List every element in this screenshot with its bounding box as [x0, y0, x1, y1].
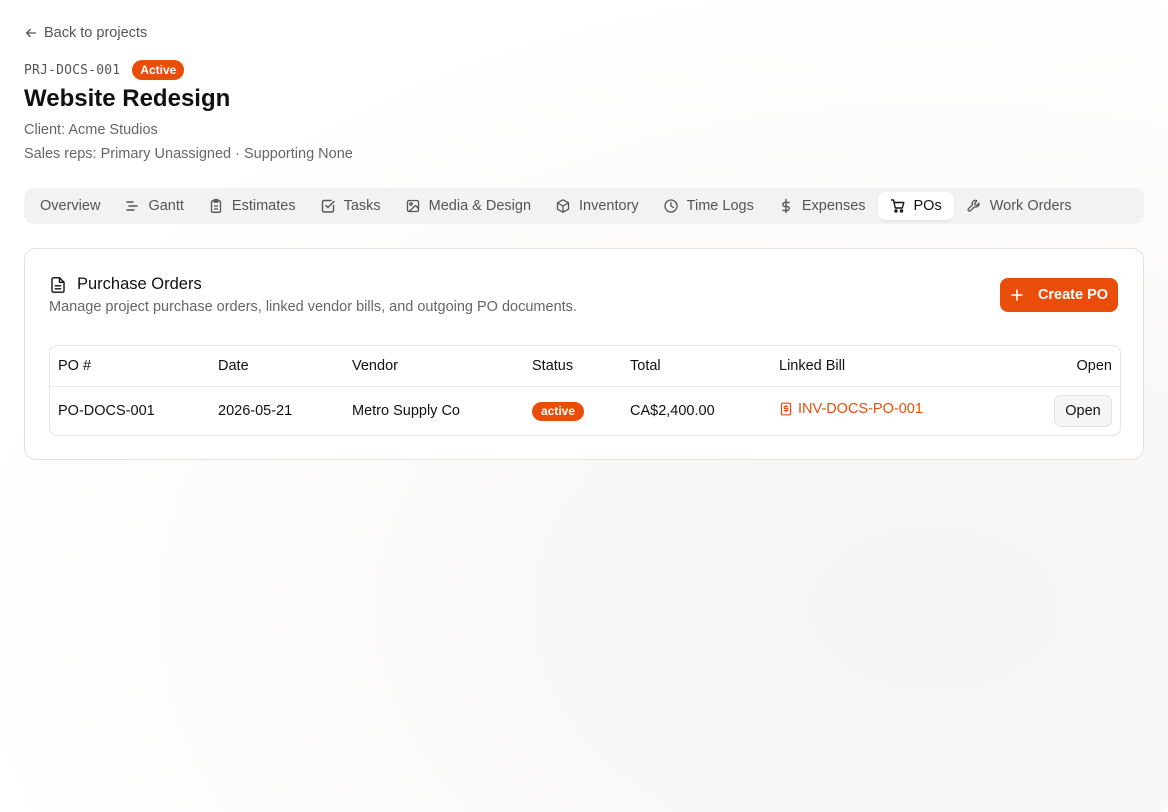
- package-icon: [556, 199, 570, 213]
- document-icon: [51, 276, 65, 293]
- tab-label: Tasks: [343, 198, 381, 214]
- receipt-icon: [780, 402, 792, 416]
- status-badge: active: [532, 401, 585, 421]
- card-subtitle: Manage project purchase orders, linked v…: [49, 299, 577, 315]
- tab-time-logs[interactable]: Time Logs: [651, 192, 766, 220]
- tab-expenses[interactable]: Expenses: [766, 192, 878, 220]
- create-po-button[interactable]: Create PO: [1000, 278, 1118, 312]
- gantt-icon: [126, 201, 139, 211]
- cart-icon: [890, 199, 905, 213]
- clock-icon: [664, 199, 678, 213]
- project-meta: PRJ-DOCS-001 Active: [24, 60, 185, 80]
- tab-label: Expenses: [801, 198, 866, 214]
- column-header-vendor: Vendor: [352, 358, 398, 374]
- tab-label: POs: [913, 198, 942, 214]
- linked-bill-label: INV-DOCS-PO-001: [798, 401, 923, 417]
- card-header: Purchase Orders: [49, 275, 202, 294]
- tab-pos[interactable]: POs: [877, 192, 954, 220]
- column-header-po: PO #: [58, 358, 92, 374]
- table-row: PO-DOCS-001 2026-05-21 Metro Supply Co a…: [50, 387, 1120, 435]
- po-date: 2026-05-21: [218, 403, 293, 419]
- page: Back to projects PRJ-DOCS-001 Active Web…: [0, 0, 1168, 812]
- column-header-linked-bill: Linked Bill: [779, 358, 846, 374]
- project-client: Client: Acme Studios: [24, 122, 158, 138]
- check-square-icon: [321, 199, 335, 213]
- tab-overview[interactable]: Overview: [28, 192, 112, 220]
- po-vendor: Metro Supply Co: [352, 403, 460, 419]
- column-header-status: Status: [532, 358, 574, 374]
- po-linked-bill: INV-DOCS-PO-001: [779, 387, 923, 435]
- po-total: CA$2,400.00: [630, 403, 715, 419]
- tab-media-design[interactable]: Media & Design: [393, 192, 543, 220]
- column-header-open: Open: [1076, 358, 1112, 374]
- project-tabs: Overview Gantt Estimates Tasks Media & D…: [24, 188, 1144, 224]
- arrow-left-icon: [25, 28, 37, 38]
- column-header-date: Date: [218, 358, 249, 374]
- page-title: Website Redesign: [24, 85, 231, 112]
- project-code: PRJ-DOCS-001: [24, 62, 121, 78]
- tab-label: Inventory: [579, 198, 639, 214]
- create-po-label: Create PO: [1037, 287, 1109, 303]
- tab-label: Gantt: [148, 198, 184, 214]
- project-status-badge: Active: [132, 60, 185, 80]
- tab-work-orders[interactable]: Work Orders: [954, 192, 1084, 220]
- back-label: Back to projects: [44, 25, 148, 41]
- linked-bill-link[interactable]: INV-DOCS-PO-001: [779, 401, 923, 417]
- tab-gantt[interactable]: Gantt: [112, 192, 195, 220]
- tab-estimates[interactable]: Estimates: [196, 192, 308, 220]
- tab-label: Overview: [40, 198, 101, 214]
- po-table: PO # Date Vendor Status Total Linked Bil…: [49, 345, 1121, 436]
- po-open-cell: Open: [1054, 387, 1112, 435]
- open-po-button[interactable]: Open: [1054, 395, 1112, 427]
- tab-inventory[interactable]: Inventory: [543, 192, 651, 220]
- back-to-projects-link[interactable]: Back to projects: [24, 25, 147, 41]
- clipboard-icon: [210, 198, 222, 213]
- column-header-total: Total: [630, 358, 661, 374]
- dollar-icon: [781, 198, 790, 214]
- tab-label: Time Logs: [686, 198, 754, 214]
- tab-label: Media & Design: [428, 198, 532, 214]
- tab-tasks[interactable]: Tasks: [308, 192, 393, 220]
- tab-label: Work Orders: [989, 198, 1072, 214]
- wrench-icon: [967, 199, 980, 212]
- image-icon: [406, 199, 419, 213]
- card-title: Purchase Orders: [77, 275, 202, 293]
- table-header: PO # Date Vendor Status Total Linked Bil…: [50, 346, 1120, 387]
- project-sales-reps: Sales reps: Primary Unassigned · Support…: [24, 146, 353, 162]
- po-number: PO-DOCS-001: [58, 403, 155, 419]
- plus-icon: [1011, 289, 1023, 301]
- po-status: active: [532, 387, 585, 435]
- tab-label: Estimates: [231, 198, 296, 214]
- purchase-orders-card: Purchase Orders Manage project purchase …: [24, 248, 1144, 460]
